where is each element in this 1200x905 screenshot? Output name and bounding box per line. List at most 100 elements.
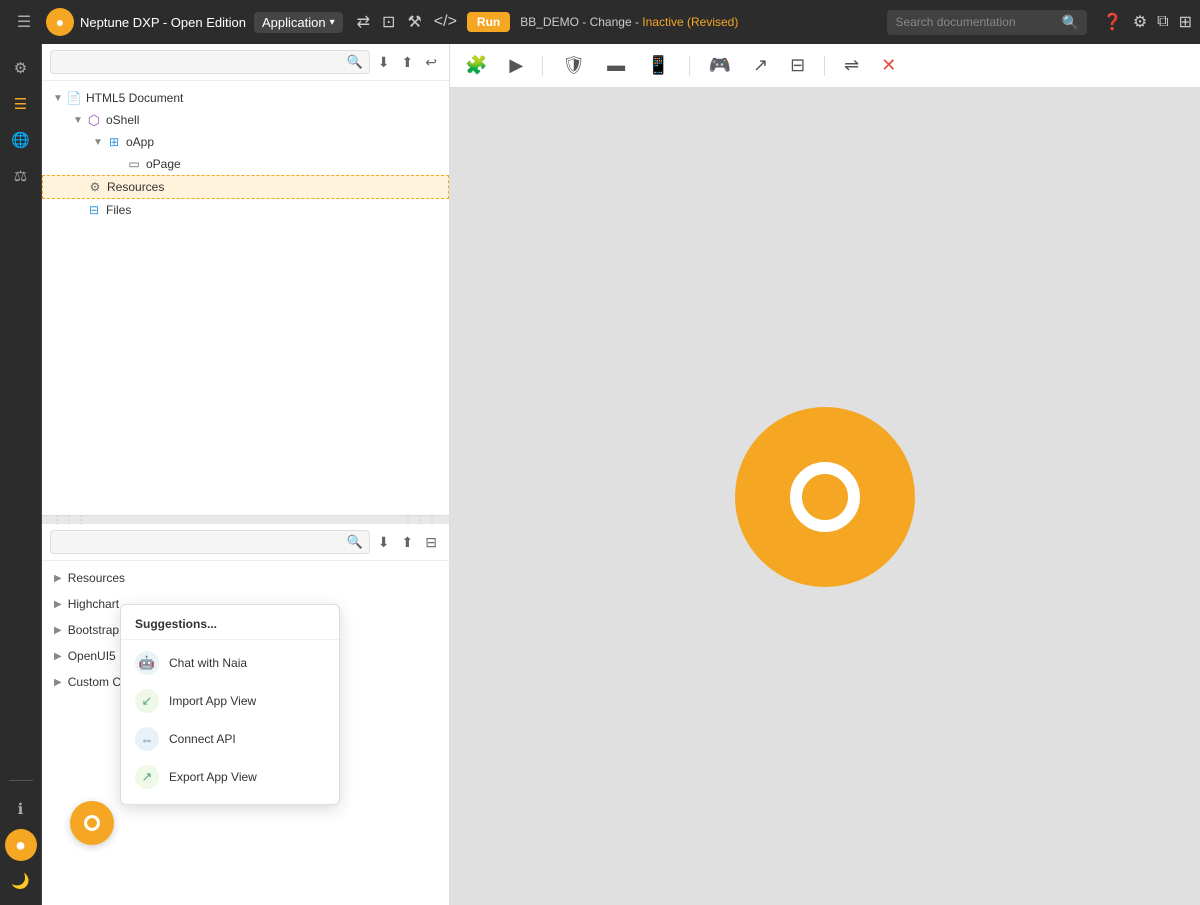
shuffle-icon[interactable]: ⇌ bbox=[841, 52, 862, 79]
components-collapse-btn[interactable]: ⬇ bbox=[374, 532, 394, 553]
sidebar-bottom: ℹ ● 🌙 bbox=[5, 776, 37, 897]
tablet-icon[interactable]: ▬ bbox=[604, 52, 628, 79]
neptune-logo-ring bbox=[790, 462, 860, 532]
highchart-group-label: Highchart bbox=[68, 597, 119, 611]
opage-icon: ▭ bbox=[126, 156, 142, 172]
play-icon[interactable]: ▶ bbox=[506, 52, 526, 79]
bootstrap-group-label: Bootstrap bbox=[68, 623, 119, 637]
resources-icon: ⚙ bbox=[87, 179, 103, 195]
html5-icon: 📄 bbox=[66, 90, 82, 106]
openui5-group-arrow: ▶ bbox=[54, 651, 62, 662]
app-name-label: Neptune DXP - Open Edition bbox=[80, 15, 246, 30]
sidebar-item-scale[interactable]: ⚖ bbox=[5, 160, 37, 192]
html5-label: HTML5 Document bbox=[86, 91, 183, 105]
float-bot-icon bbox=[84, 815, 100, 831]
copy-icon[interactable]: ⊡ bbox=[382, 12, 395, 32]
run-button[interactable]: Run bbox=[467, 12, 510, 32]
application-label: Application bbox=[262, 15, 326, 30]
components-filter-btn[interactable]: ⊟ bbox=[421, 532, 441, 553]
resources-group-arrow: ▶ bbox=[54, 573, 62, 584]
oshell-label: oShell bbox=[106, 113, 139, 127]
bootstrap-group-arrow: ▶ bbox=[54, 625, 62, 636]
sidebar-divider bbox=[9, 780, 33, 781]
undo-button[interactable]: ↩ bbox=[421, 52, 441, 73]
components-expand-btn[interactable]: ⬆ bbox=[398, 532, 418, 553]
expand-all-button[interactable]: ⬆ bbox=[398, 52, 418, 73]
search-icon: 🔍 bbox=[347, 534, 363, 550]
collapse-all-button[interactable]: ⬇ bbox=[374, 52, 394, 73]
components-search-input[interactable] bbox=[57, 535, 347, 549]
sidebar-item-moon[interactable]: 🌙 bbox=[5, 865, 37, 897]
tree-item-oshell[interactable]: ▼ ⬡ oShell bbox=[42, 109, 449, 131]
oapp-label: oApp bbox=[126, 135, 154, 149]
topbar: ☰ ● Neptune DXP - Open Edition Applicati… bbox=[0, 0, 1200, 44]
tree-item-html5[interactable]: ▼ 📄 HTML5 Document bbox=[42, 87, 449, 109]
tree-search[interactable]: 🔍 bbox=[50, 50, 370, 74]
sidebar-item-info[interactable]: ℹ bbox=[5, 793, 37, 825]
toolbar-divider-1 bbox=[542, 56, 543, 76]
suggestion-export-app[interactable]: ↗ Export App View bbox=[121, 758, 339, 796]
suggestion-chat-naia[interactable]: 🤖 Chat with Naia bbox=[121, 644, 339, 682]
component-group-resources: ▶ Resources bbox=[42, 565, 449, 591]
oapp-icon: ⊞ bbox=[106, 134, 122, 150]
tree-item-files[interactable]: ▶ ⊟ Files bbox=[42, 199, 449, 221]
resize-handle[interactable]: ⋮⋮⋮ ⋮⋮⋮ bbox=[42, 516, 449, 524]
suggestion-naia-label: Chat with Naia bbox=[169, 656, 247, 670]
help-icon[interactable]: ❓ bbox=[1103, 12, 1123, 32]
neptune-logo: ● bbox=[46, 8, 74, 36]
shield-icon[interactable]: 🛡 bbox=[559, 52, 588, 79]
canvas-area bbox=[450, 88, 1200, 905]
suggestion-import-label: Import App View bbox=[169, 694, 256, 708]
naia-icon: 🤖 bbox=[135, 651, 159, 675]
tree-toggle-html5[interactable]: ▼ bbox=[50, 90, 66, 106]
search-input[interactable] bbox=[895, 15, 1055, 29]
openui5-group-label: OpenUI5 bbox=[68, 649, 116, 663]
neptune-canvas-logo bbox=[735, 407, 915, 587]
phone-icon[interactable]: 📱 bbox=[644, 52, 672, 79]
suggestion-connect-api[interactable]: ⇔ Connect API bbox=[121, 720, 339, 758]
connect-icon: ⇔ bbox=[135, 727, 159, 751]
custom-group-arrow: ▶ bbox=[54, 677, 62, 688]
components-search[interactable]: 🔍 bbox=[50, 530, 370, 554]
application-menu-button[interactable]: Application ▾ bbox=[254, 12, 343, 33]
suggestion-import-app[interactable]: ↙ Import App View bbox=[121, 682, 339, 720]
tree-item-resources[interactable]: ▶ ⚙ Resources bbox=[42, 175, 449, 199]
resources-group-label: Resources bbox=[68, 571, 125, 585]
tree-toggle-oshell[interactable]: ▼ bbox=[70, 112, 86, 128]
close-icon[interactable]: ✕ bbox=[878, 52, 899, 79]
tree-toolbar: 🔍 ⬇ ⬆ ↩ bbox=[42, 44, 449, 81]
layout-icon[interactable]: ⊞ bbox=[1179, 12, 1192, 32]
settings-icon[interactable]: ⚙ bbox=[1133, 12, 1147, 32]
puzzle-icon[interactable]: 🧩 bbox=[462, 52, 490, 79]
share-icon[interactable]: ⇄ bbox=[357, 12, 370, 32]
component-group-resources-header[interactable]: ▶ Resources bbox=[42, 565, 449, 591]
search-icon: 🔍 bbox=[1061, 14, 1078, 31]
hamburger-menu-icon[interactable]: ☰ bbox=[8, 6, 40, 38]
chevron-down-icon: ▾ bbox=[330, 17, 335, 28]
tools-icon[interactable]: ⚒ bbox=[407, 12, 421, 32]
suggestion-connect-label: Connect API bbox=[169, 732, 236, 746]
sidebar-item-settings[interactable]: ⚙ bbox=[5, 52, 37, 84]
search-bar[interactable]: 🔍 bbox=[887, 10, 1086, 35]
copy2-icon[interactable]: ⧉ bbox=[1157, 13, 1168, 31]
resources-label: Resources bbox=[107, 180, 164, 194]
export-icon: ↗ bbox=[135, 765, 159, 789]
tree-item-oapp[interactable]: ▼ ⊞ oApp bbox=[42, 131, 449, 153]
suggestions-title: Suggestions... bbox=[121, 613, 339, 640]
table-icon[interactable]: ⊟ bbox=[787, 52, 808, 79]
topbar-action-icons: ⇄ ⊡ ⚒ </> bbox=[357, 12, 457, 32]
gamepad-icon[interactable]: 🎮 bbox=[706, 52, 734, 79]
sidebar-item-list[interactable]: ☰ bbox=[5, 88, 37, 120]
share-icon[interactable]: ↗ bbox=[750, 52, 771, 79]
status-text: BB_DEMO - Change - Inactive (Revised) bbox=[520, 15, 738, 29]
sidebar-item-globe[interactable]: 🌐 bbox=[5, 124, 37, 156]
files-label: Files bbox=[106, 203, 131, 217]
tree-item-opage[interactable]: ▶ ▭ oPage bbox=[42, 153, 449, 175]
user-avatar[interactable]: ● bbox=[5, 829, 37, 861]
float-bot-button[interactable] bbox=[70, 801, 114, 845]
tree-toggle-oapp[interactable]: ▼ bbox=[90, 134, 106, 150]
code-icon[interactable]: </> bbox=[434, 13, 457, 31]
left-sidebar: ⚙ ☰ 🌐 ⚖ ℹ ● 🌙 bbox=[0, 44, 42, 905]
import-icon: ↙ bbox=[135, 689, 159, 713]
tree-search-input[interactable] bbox=[57, 55, 347, 69]
